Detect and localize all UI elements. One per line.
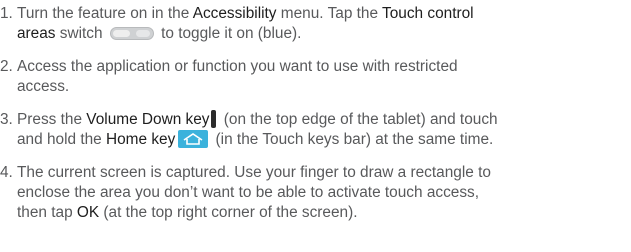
- step-text: Turn the feature on in the: [17, 5, 193, 22]
- step-text: Access the application or function you w…: [17, 58, 458, 75]
- step-text: enclose the area you don’t want to be ab…: [17, 184, 480, 201]
- step-text: and hold the: [17, 131, 106, 148]
- step-text: menu. Tap the: [276, 5, 383, 22]
- areas-label: areas: [17, 25, 56, 42]
- step-number: 1.: [0, 5, 13, 22]
- step-text: then tap: [17, 204, 77, 221]
- volume-down-key-icon: [211, 110, 217, 128]
- step-number: 2.: [0, 58, 13, 75]
- toggle-switch-icon: [109, 27, 154, 40]
- ok-button-label: OK: [76, 204, 100, 221]
- step-1: 1. Turn the feature on in the Accessibil…: [0, 4, 631, 44]
- step-text: (at the top right corner of the screen).: [99, 204, 358, 221]
- step-text: to toggle it on (blue).: [156, 25, 302, 42]
- accessibility-menu-label: Accessibility: [192, 5, 277, 22]
- step-text: (in the Touch keys bar) at the same time…: [211, 131, 494, 148]
- step-number: 4.: [0, 164, 13, 181]
- step-text: access.: [17, 78, 70, 95]
- step-4: 4. The current screen is captured. Use y…: [0, 163, 631, 223]
- step-text: switch: [55, 25, 107, 42]
- step-text: The current screen is captured. Use your…: [17, 164, 491, 181]
- instruction-steps: 1. Turn the feature on in the Accessibil…: [0, 0, 631, 252]
- volume-down-key-label: Volume Down key: [86, 111, 210, 128]
- step-text: (on the top edge of the tablet) and touc…: [219, 111, 498, 128]
- home-key-icon: [178, 130, 209, 148]
- touch-control-label: Touch control: [382, 5, 474, 22]
- step-number: 3.: [0, 111, 13, 128]
- step-3: 3. Press the Volume Down key (on the top…: [0, 110, 631, 150]
- step-2: 2. Access the application or function yo…: [0, 57, 631, 97]
- home-key-label: Home key: [106, 131, 176, 148]
- step-text: Press the: [17, 111, 87, 128]
